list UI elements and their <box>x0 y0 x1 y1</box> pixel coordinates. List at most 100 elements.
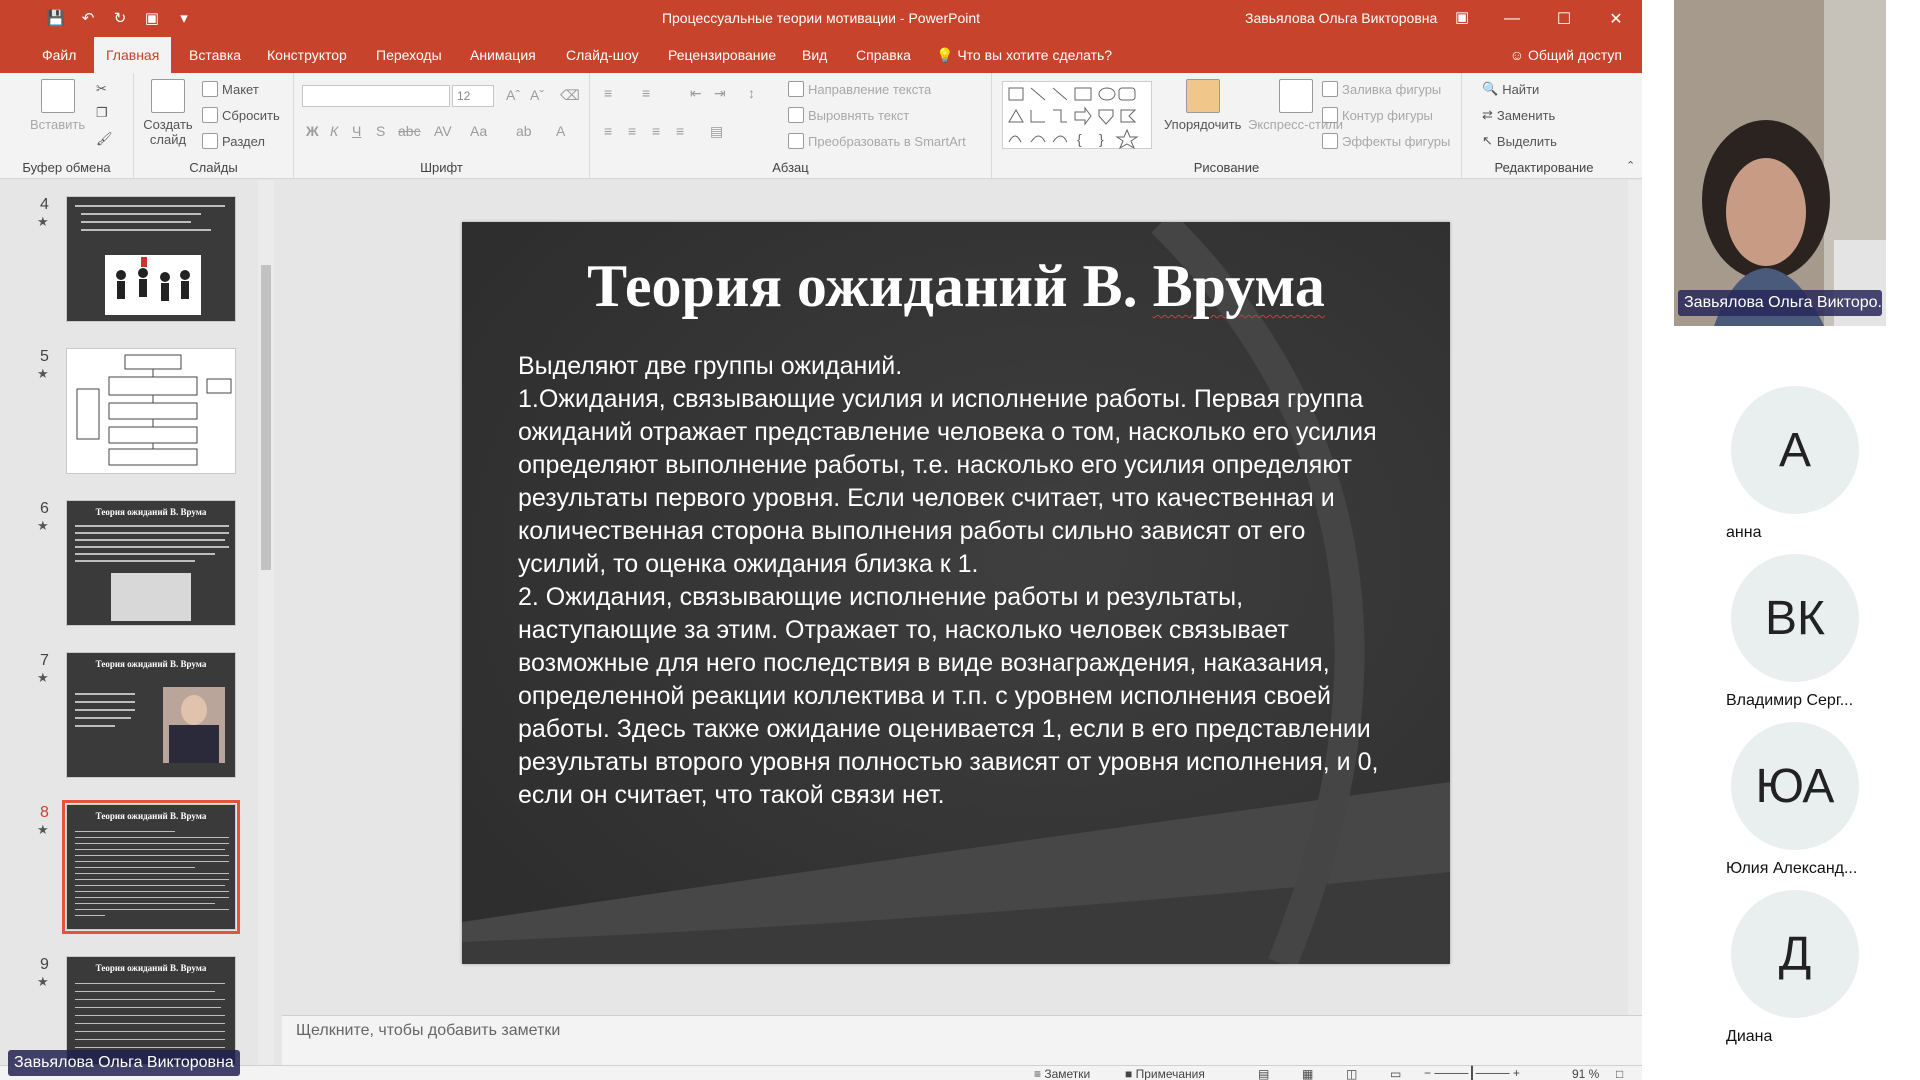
tab-help[interactable]: Справка <box>844 37 923 73</box>
share-label: Общий доступ <box>1527 47 1622 63</box>
tell-me-search[interactable]: 💡 Что вы хотите сделать? <box>936 37 1112 73</box>
zoom-slider[interactable]: − ────┃──── + <box>1424 1066 1520 1080</box>
presenter-video[interactable]: Завьялова Ольга Викторо... <box>1674 0 1886 326</box>
new-slide-button[interactable]: Создать слайд <box>143 79 193 147</box>
highlight-icon[interactable]: ab <box>516 123 532 139</box>
tab-animations[interactable]: Анимация <box>458 37 548 73</box>
replace-button[interactable]: ⇄ Заменить <box>1482 107 1555 123</box>
participant-name: Юлия Александ... <box>1726 860 1858 877</box>
group-slides: Создать слайд Макет Сбросить Раздел Слай… <box>134 73 294 179</box>
paste-button[interactable]: Вставить <box>30 79 85 132</box>
grow-font-icon[interactable]: Aˆ <box>506 87 520 103</box>
slide-paragraph: Выделяют две группы ожиданий. <box>518 352 903 380</box>
section-icon <box>202 133 218 149</box>
select-button[interactable]: ↖ Выделить <box>1482 133 1557 149</box>
format-painter-icon[interactable]: 🖌 <box>96 131 113 147</box>
close-icon[interactable]: ✕ <box>1590 0 1642 37</box>
shape-fill-button[interactable]: Заливка фигуры <box>1322 81 1441 97</box>
comments-toggle[interactable]: ■ Примечания <box>1125 1067 1205 1080</box>
thumb-title: Теория ожиданий В. Врума <box>95 811 207 821</box>
text-direction-button[interactable]: Направление текста <box>788 81 931 97</box>
copy-icon[interactable]: ❐ <box>96 105 108 121</box>
underline-icon[interactable]: Ч <box>352 123 361 139</box>
group-label: Буфер обмена <box>22 160 111 175</box>
collapse-ribbon-icon[interactable]: ⌃ <box>1626 159 1635 172</box>
slideshow-icon[interactable]: ▭ <box>1390 1067 1401 1080</box>
participant-name: анна <box>1726 524 1762 541</box>
thumb-preview: Теория ожиданий В. Врума <box>66 652 236 778</box>
shapes-icons: { } <box>1008 87 1139 150</box>
arrange-button[interactable]: Упорядочить <box>1164 79 1241 132</box>
justify-icon[interactable]: ≡ <box>676 123 684 139</box>
tab-design[interactable]: Конструктор <box>255 37 359 73</box>
font-size-combo[interactable]: 12 <box>452 85 494 107</box>
line-spacing-icon[interactable]: ↕ <box>748 85 755 101</box>
zoom-level[interactable]: 91 % <box>1572 1067 1599 1080</box>
slide-body-text[interactable]: Выделяют две группы ожиданий. 1.Ожидания… <box>518 350 1398 812</box>
share-button[interactable]: ☺ Общий доступ <box>1510 37 1622 73</box>
tab-file[interactable]: Файл <box>30 37 88 73</box>
character-spacing-icon[interactable]: AV <box>434 123 452 139</box>
notes-pane[interactable]: Щелкните, чтобы добавить заметки <box>282 1015 1642 1065</box>
section-button[interactable]: Раздел <box>202 133 265 149</box>
reading-view-icon[interactable]: ◫ <box>1346 1067 1357 1080</box>
change-case-icon[interactable]: Aa <box>470 123 487 139</box>
tab-transitions[interactable]: Переходы <box>364 37 454 73</box>
numbering-icon[interactable]: ≡ <box>642 85 650 101</box>
font-name-combo[interactable] <box>302 85 450 107</box>
align-center-icon[interactable]: ≡ <box>628 123 636 139</box>
notes-toggle[interactable]: ≡ Заметки <box>1034 1067 1090 1080</box>
thumb-number: 9 <box>40 956 49 973</box>
minimize-icon[interactable]: — <box>1486 0 1538 37</box>
fit-to-window-icon[interactable]: □ <box>1616 1067 1623 1080</box>
find-button[interactable]: 🔍 Найти <box>1482 81 1539 97</box>
current-slide[interactable]: Теория ожиданий В. Врума Выделяют две гр… <box>462 222 1450 964</box>
shapes-gallery[interactable]: { } <box>1002 81 1152 150</box>
slide-paragraph: 1.Ожидания, связывающие усилия и исполне… <box>518 385 1377 578</box>
align-text-button[interactable]: Выровнять текст <box>788 107 909 123</box>
shrink-font-icon[interactable]: Aˇ <box>530 87 544 103</box>
scrollbar-thumb[interactable] <box>261 265 271 570</box>
align-text-icon <box>788 107 804 123</box>
animation-star-icon: ★ <box>37 822 49 837</box>
window-controls: — ☐ ✕ <box>1486 0 1642 37</box>
avatar: Д <box>1731 890 1859 1018</box>
slide-scrollbar[interactable] <box>1628 180 1642 1015</box>
slide-sorter-icon[interactable]: ▦ <box>1302 1067 1313 1080</box>
strikethrough-icon[interactable]: abc <box>398 123 421 139</box>
thumb-number: 4 <box>40 196 49 213</box>
shape-effects-button[interactable]: Эффекты фигуры <box>1322 133 1450 149</box>
animation-star-icon: ★ <box>37 670 49 685</box>
bullets-icon[interactable]: ≡ <box>604 85 612 101</box>
layout-button[interactable]: Макет <box>202 81 259 97</box>
signed-in-user[interactable]: Завьялова Ольга Викторовна <box>1245 10 1437 26</box>
reset-button[interactable]: Сбросить <box>202 107 280 123</box>
tab-insert[interactable]: Вставка <box>177 37 253 73</box>
maximize-icon[interactable]: ☐ <box>1538 0 1590 37</box>
video-conference-panel: Завьялова Ольга Викторо... А анна ВК Вла… <box>1642 0 1920 1080</box>
smartart-button[interactable]: Преобразовать в SmartArt <box>788 133 966 149</box>
font-color-icon[interactable]: A <box>556 123 565 139</box>
tab-home[interactable]: Главная <box>94 37 172 73</box>
participant-name: Диана <box>1726 1028 1773 1045</box>
svg-text:}: } <box>1099 131 1104 147</box>
clear-formatting-icon[interactable]: ⌫ <box>560 87 580 104</box>
shadow-icon[interactable]: S <box>376 123 385 139</box>
italic-icon[interactable]: К <box>330 123 338 139</box>
normal-view-icon[interactable]: ▤ <box>1258 1067 1269 1080</box>
columns-icon[interactable]: ▤ <box>710 123 723 140</box>
tab-review[interactable]: Рецензирование <box>656 37 788 73</box>
align-left-icon[interactable]: ≡ <box>604 123 612 139</box>
increase-indent-icon[interactable]: ⇥ <box>714 85 726 102</box>
bold-icon[interactable]: Ж <box>306 123 319 139</box>
thumb-number: 6 <box>40 500 49 517</box>
tab-view[interactable]: Вид <box>790 37 839 73</box>
tab-slideshow[interactable]: Слайд-шоу <box>554 37 651 73</box>
cut-icon[interactable]: ✂ <box>96 81 107 97</box>
slide-title[interactable]: Теория ожиданий В. Врума <box>462 252 1450 321</box>
shape-outline-button[interactable]: Контур фигуры <box>1322 107 1433 123</box>
thumbnails-scrollbar[interactable] <box>258 180 274 1065</box>
ribbon-display-options-icon[interactable]: ▣ <box>1455 8 1469 26</box>
decrease-indent-icon[interactable]: ⇤ <box>690 85 702 102</box>
align-right-icon[interactable]: ≡ <box>652 123 660 139</box>
